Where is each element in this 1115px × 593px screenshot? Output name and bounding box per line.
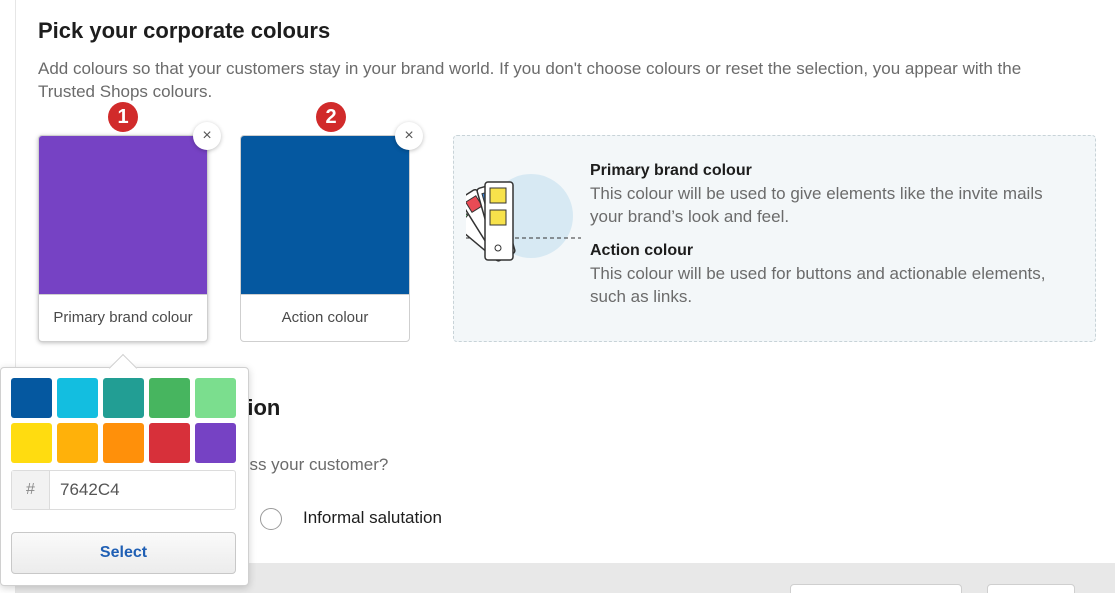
colour-fan-illustration	[466, 174, 581, 262]
informal-salutation-radio[interactable]	[260, 508, 282, 530]
colour-picker-popover: # Select	[0, 353, 249, 586]
salutation-question: ess your customer?	[240, 455, 389, 474]
informal-salutation-label: Informal salutation	[303, 508, 442, 527]
section-description: Add colours so that your customers stay …	[38, 59, 1022, 101]
palette-swatch[interactable]	[149, 378, 190, 418]
action-colour-label: Action colour	[241, 294, 409, 341]
palette-swatch[interactable]	[195, 378, 236, 418]
info-action-title: Action colour	[590, 242, 694, 259]
hex-field: #	[11, 470, 236, 510]
remove-primary-colour-icon[interactable]: ×	[193, 122, 221, 150]
action-colour-fill[interactable]	[241, 136, 409, 294]
palette-swatch[interactable]	[103, 378, 144, 418]
palette-swatch[interactable]	[57, 423, 98, 463]
primary-colour-fill[interactable]	[39, 136, 207, 294]
palette-swatch[interactable]	[57, 378, 98, 418]
action-colour-swatch[interactable]: Action colour ×	[240, 122, 423, 342]
bottom-primary-button[interactable]	[987, 584, 1075, 593]
palette-swatch[interactable]	[103, 423, 144, 463]
colour-palette	[11, 378, 241, 463]
primary-brand-colour-swatch[interactable]: Primary brand colour ×	[38, 122, 221, 342]
colour-info-box: Primary brand colour This colour will be…	[453, 135, 1096, 342]
palette-swatch[interactable]	[11, 423, 52, 463]
marker-1: 1	[108, 102, 138, 132]
remove-action-colour-icon[interactable]: ×	[395, 122, 423, 150]
hex-prefix: #	[12, 471, 50, 509]
info-action-text: This colour will be used for buttons and…	[590, 264, 1046, 306]
primary-colour-label: Primary brand colour	[39, 294, 207, 341]
marker-2: 2	[316, 102, 346, 132]
page-title: Pick your corporate colours	[38, 18, 331, 43]
palette-swatch[interactable]	[195, 423, 236, 463]
info-primary-title: Primary brand colour	[590, 162, 752, 179]
palette-swatch[interactable]	[11, 378, 52, 418]
hex-input[interactable]	[50, 471, 235, 509]
bottom-secondary-button[interactable]	[790, 584, 962, 593]
select-button[interactable]: Select	[11, 532, 236, 574]
info-primary-text: This colour will be used to give element…	[590, 184, 1043, 226]
palette-swatch[interactable]	[149, 423, 190, 463]
